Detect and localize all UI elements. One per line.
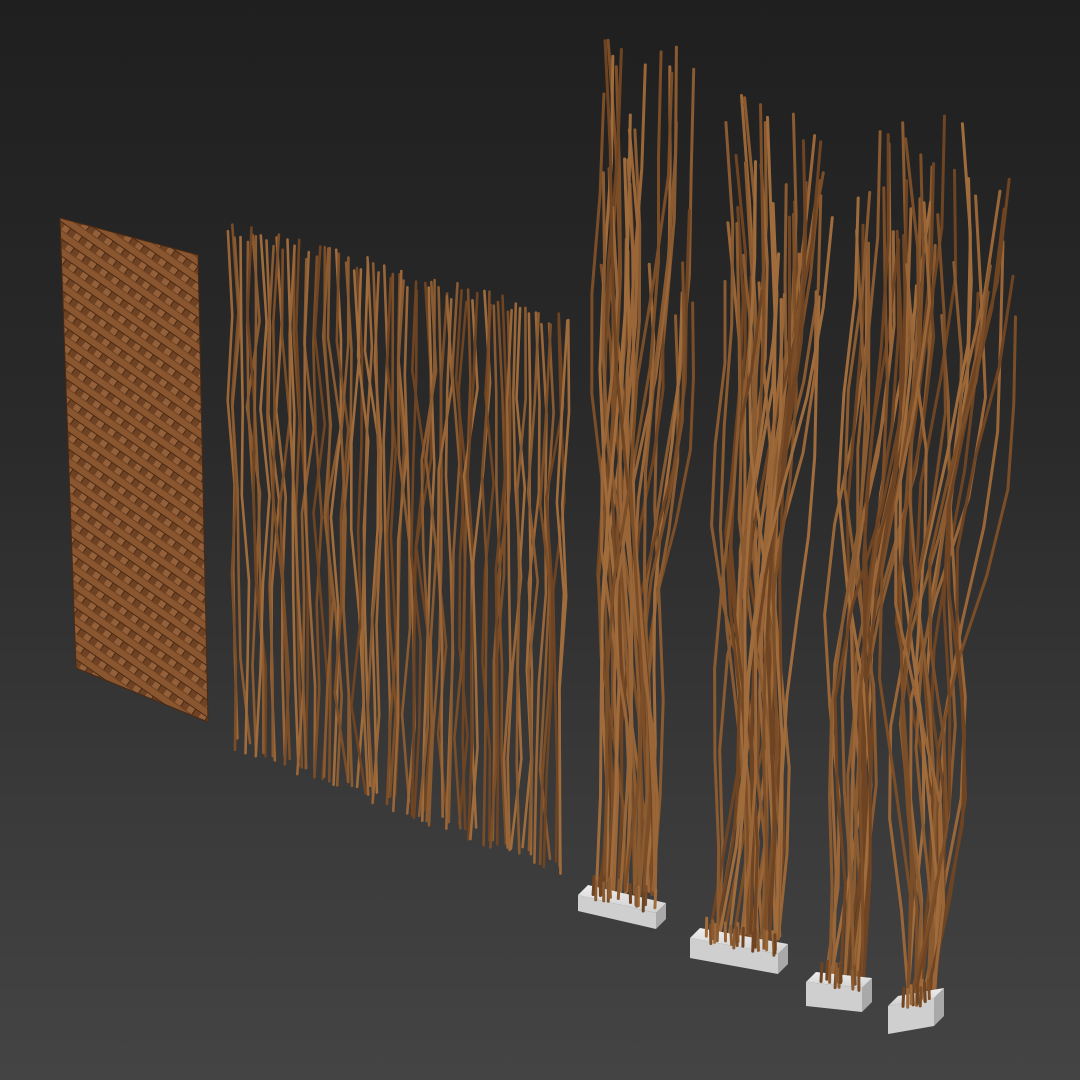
bamboo-stick-stub (915, 982, 920, 1004)
bamboo-group-4 (877, 114, 1017, 1034)
bamboo-stick-stub (756, 930, 760, 952)
bamboo-stick-stub (819, 961, 824, 983)
bamboo-stick-stub (850, 969, 855, 991)
bamboo-stick-stub (927, 979, 931, 1001)
bamboo-stick-screen (226, 223, 571, 875)
bamboo-stick-stub (839, 963, 843, 985)
bamboo-stick-stub (591, 875, 596, 896)
bamboo-stick-stub (729, 924, 734, 946)
bamboo-stick-stub (918, 986, 923, 1008)
bamboo-stick-stub (715, 921, 720, 943)
bamboo-stick-stub (834, 962, 839, 984)
bamboo-group-1 (578, 38, 696, 929)
bamboo-stick-stub (836, 967, 841, 989)
bamboo-stick-stub (825, 959, 829, 981)
bamboo-stick-stub (853, 964, 857, 986)
bamboo-stick-stub (732, 928, 737, 950)
bamboo-stick-stub (901, 986, 906, 1008)
bamboo-stick-stub (911, 985, 915, 1007)
render-viewport (0, 0, 1080, 1080)
bamboo-stick-stub (751, 931, 755, 953)
bamboo-stick-stub (616, 879, 621, 900)
bamboo-stick-stub (644, 885, 648, 907)
bamboo-stick-stub (735, 926, 739, 947)
woven-mat-panel (59, 217, 209, 723)
bamboo-stick-stub (653, 888, 658, 910)
bamboo-render-canvas (59, 38, 1017, 1034)
bamboo-group-2 (690, 94, 834, 974)
bamboo-stick-stub (708, 924, 713, 946)
